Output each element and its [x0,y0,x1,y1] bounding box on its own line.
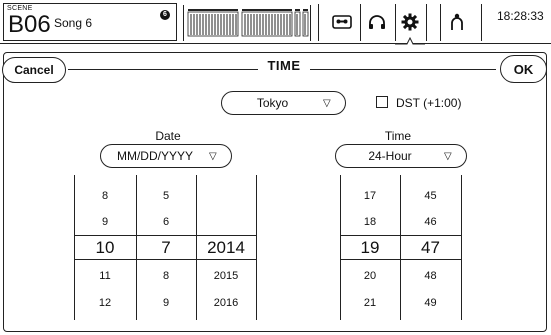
tape-icon[interactable] [327,8,357,36]
month-selected[interactable]: 10 [76,238,134,258]
status-bar: SCENE B06 Song 6 6 18:28:33 [0,0,551,45]
hour-option[interactable]: 17 [341,190,399,202]
separator [360,4,361,41]
cancel-button[interactable]: Cancel [2,57,66,83]
selection-top-rule [74,235,256,236]
minute-option[interactable]: 45 [401,190,460,202]
selection-bottom-rule [74,259,256,260]
year-option[interactable]: 2015 [197,270,255,282]
picker-divider [74,175,75,320]
scene-display[interactable]: SCENE B06 Song 6 6 [3,3,177,41]
scene-name: Song 6 [54,16,93,30]
hour-selected[interactable]: 19 [341,238,399,258]
select-arrow-icon: ▽ [323,97,331,109]
select-arrow-icon: ▽ [444,150,452,162]
day-option[interactable]: 9 [137,297,195,309]
selection-top-rule [340,235,461,236]
year-selected[interactable]: 2014 [197,238,255,258]
active-tab-notch [395,29,425,45]
selection-bottom-rule [340,259,461,260]
time-format-value: 24-Hour [368,149,412,163]
headphones-icon[interactable] [362,8,392,36]
separator [481,4,482,41]
day-option[interactable]: 8 [137,270,195,282]
day-option[interactable]: 6 [137,216,195,228]
month-option[interactable]: 8 [76,190,134,202]
dst-checkbox[interactable] [376,96,388,108]
month-option[interactable]: 12 [76,297,134,309]
month-option[interactable]: 9 [76,216,134,228]
separator [318,4,319,41]
day-selected[interactable]: 7 [137,238,195,258]
meter-bars-icon [187,9,309,37]
time-label: Time [384,129,412,143]
hour-option[interactable]: 20 [341,270,399,282]
user-icon[interactable] [442,8,472,36]
separator [426,4,427,41]
minute-option[interactable]: 49 [401,297,460,309]
scene-number: B06 [8,11,51,38]
select-arrow-icon: ▽ [209,150,217,162]
separator [440,4,441,41]
picker-divider [256,175,257,320]
minute-selected[interactable]: 47 [401,238,460,258]
scene-badge: 6 [160,10,170,20]
minute-option[interactable]: 48 [401,270,460,282]
time-format-select[interactable]: 24-Hour ▽ [335,144,467,168]
ok-button[interactable]: OK [500,55,547,83]
minute-option[interactable]: 46 [401,216,460,228]
date-label: Date [155,129,181,143]
dst-label: DST (+1:00) [396,96,462,110]
clock: 18:28:33 [497,9,544,23]
timezone-select[interactable]: Tokyo ▽ [221,91,346,115]
picker-divider [461,175,462,320]
hour-option[interactable]: 18 [341,216,399,228]
date-format-select[interactable]: MM/DD/YYYY ▽ [100,144,232,168]
dialog-title: TIME [258,58,310,73]
date-format-value: MM/DD/YYYY [116,149,193,163]
timezone-value: Tokyo [256,96,289,110]
day-option[interactable]: 5 [137,190,195,202]
channel-meters[interactable] [183,5,311,41]
hour-option[interactable]: 21 [341,297,399,309]
year-option[interactable]: 2016 [197,297,255,309]
month-option[interactable]: 11 [76,270,134,282]
